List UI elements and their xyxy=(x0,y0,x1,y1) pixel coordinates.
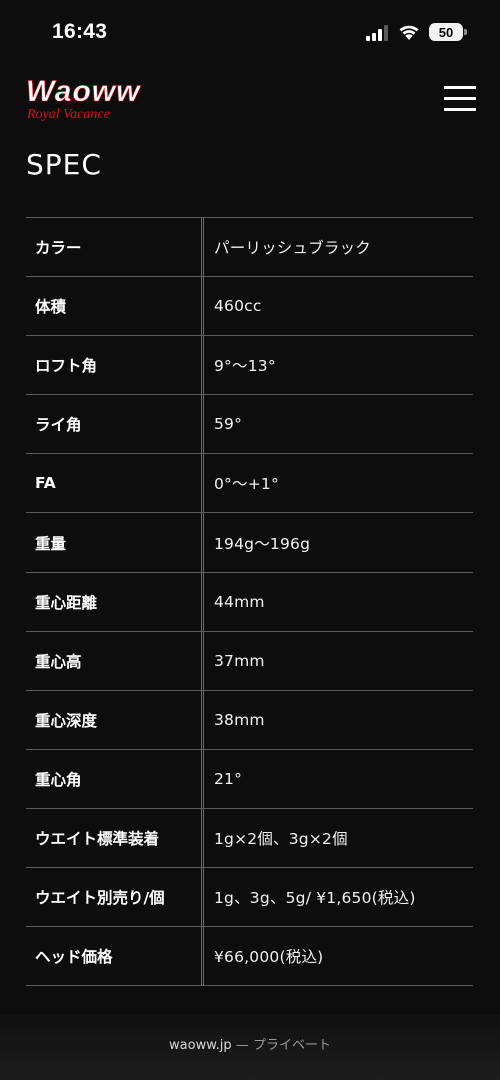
spec-row: ヘッド価格 ¥66,000(税込) xyxy=(26,927,473,987)
hamburger-menu-icon[interactable] xyxy=(444,84,476,112)
spec-value: 59° xyxy=(214,415,243,434)
spec-value: 44mm xyxy=(214,592,265,611)
battery-icon: 50 xyxy=(429,23,463,41)
status-time: 16:43 xyxy=(52,20,108,43)
browser-url[interactable]: waoww.jp — プライベート xyxy=(0,1034,500,1053)
spec-value: 1g×2個、3g×2個 xyxy=(214,829,348,848)
battery-tip xyxy=(464,29,467,35)
spec-label: 重心角 xyxy=(35,770,82,789)
spec-label: 重心距離 xyxy=(35,593,98,612)
battery-level: 50 xyxy=(438,24,454,40)
page-title: SPEC xyxy=(26,148,102,181)
spec-value: 0°〜+1° xyxy=(214,475,279,494)
spec-row: ロフト角 9°〜13° xyxy=(26,336,473,396)
spec-row: ウエイト標準装着 1g×2個、3g×2個 xyxy=(26,809,473,869)
spec-value: 1g、3g、5g/ ¥1,650(税込) xyxy=(214,889,416,908)
spec-label: 重心高 xyxy=(35,652,82,671)
spec-label: FA xyxy=(35,474,56,493)
spec-label: 体積 xyxy=(35,298,67,317)
status-bar: 16:43 50 xyxy=(0,0,500,70)
spec-row: FA 0°〜+1° xyxy=(26,454,473,514)
spec-table: カラー パーリッシュブラック体積 460cc ロフト角 9°〜13° ライ角 59° FA 0°… xyxy=(26,217,473,987)
spec-row: ウエイト別売り/個 1g、3g、5g/ ¥1,650(税込) xyxy=(26,868,473,928)
spec-value: パーリッシュブラック xyxy=(214,239,372,258)
spec-label: ウエイト標準装着 xyxy=(35,829,160,848)
spec-label: カラー xyxy=(35,239,82,258)
spec-value: 38mm xyxy=(214,710,265,729)
spec-value: 21° xyxy=(214,769,243,788)
private-mode-label: プライベート xyxy=(252,1038,331,1053)
spec-row: 重量 194g〜196g xyxy=(26,513,473,573)
logo-subtext: Royal Vacance xyxy=(26,107,110,122)
spec-value: 460cc xyxy=(214,297,262,316)
spec-label: ウエイト別売り/個 xyxy=(35,889,165,908)
wifi-icon xyxy=(399,25,419,40)
column-divider xyxy=(201,218,204,987)
spec-label: ライ角 xyxy=(35,416,82,435)
spec-label: 重心深度 xyxy=(35,711,98,730)
signal-icon xyxy=(366,25,388,41)
spec-label: ヘッド価格 xyxy=(35,948,113,967)
spec-row: 重心高 37mm xyxy=(26,632,473,691)
url-separator: — xyxy=(231,1038,253,1053)
menu-line xyxy=(444,97,476,100)
menu-line xyxy=(444,108,476,111)
spec-row: 重心角 21° xyxy=(26,750,473,809)
url-domain: waoww.jp xyxy=(169,1038,232,1053)
spec-value: 9°〜13° xyxy=(214,357,276,376)
spec-row: 重心深度 38mm xyxy=(26,691,473,750)
spec-value: 37mm xyxy=(214,651,265,670)
spec-value: 194g〜196g xyxy=(214,534,311,553)
spec-row: カラー パーリッシュブラック xyxy=(26,218,473,278)
spec-row: 体積 460cc xyxy=(26,277,473,337)
spec-row: ライ角 59° xyxy=(26,395,473,455)
spec-label: 重量 xyxy=(35,534,67,553)
logo[interactable]: Waoww Royal Vacance xyxy=(26,74,158,122)
spec-row: 重心距離 44mm xyxy=(26,573,473,632)
menu-line xyxy=(444,86,476,89)
spec-label: ロフト角 xyxy=(35,357,98,376)
spec-value: ¥66,000(税込) xyxy=(214,948,324,967)
logo-text: Waoww xyxy=(26,75,141,108)
